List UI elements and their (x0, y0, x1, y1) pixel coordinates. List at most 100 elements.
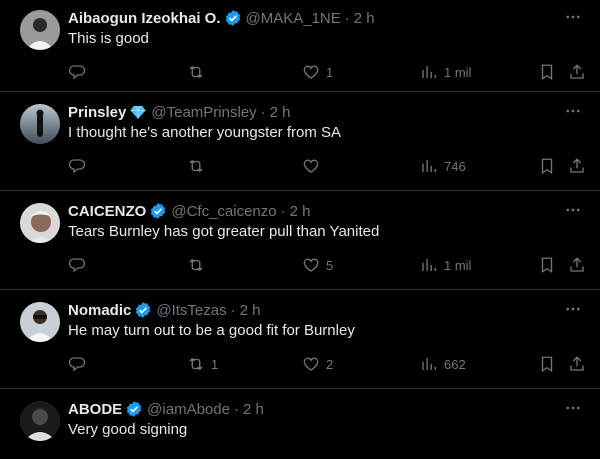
tweet-text: He may turn out to be a good fit for Bur… (68, 322, 355, 339)
tweet[interactable]: ABODE @iamAbode · 2 h Very good signing (0, 389, 600, 459)
separator: · (233, 400, 239, 418)
timestamp[interactable]: 2 h (240, 302, 261, 319)
more-options-icon[interactable] (564, 102, 582, 120)
display-name[interactable]: CAICENZO (68, 203, 146, 220)
retweet-button[interactable]: 1 (187, 354, 218, 374)
views-chart-icon (422, 358, 437, 370)
bookmark-button[interactable] (538, 255, 556, 275)
tweet[interactable]: CAICENZO @Cfc_caicenzo · 2 h Tears Burnl… (0, 191, 600, 290)
timestamp[interactable]: 2 h (243, 401, 264, 418)
avatar[interactable] (20, 10, 60, 50)
views-chart-icon (422, 259, 437, 271)
tweet-text: This is good (68, 30, 149, 47)
view-count: 746 (444, 158, 466, 174)
tweet-text: Tears Burnley has got greater pull than … (68, 223, 380, 240)
user-handle[interactable]: @ItsTezas (156, 302, 226, 319)
tweet-header: ABODE @iamAbode · 2 h (68, 399, 538, 419)
display-name[interactable]: ABODE (68, 401, 122, 418)
views-button[interactable]: 1 mil (420, 255, 471, 275)
verified-badge-icon[interactable] (125, 400, 143, 418)
reply-button[interactable] (68, 354, 92, 374)
tweet-actions: 5 1 mil (68, 255, 588, 279)
diamond-badge-icon[interactable] (129, 103, 147, 121)
timestamp[interactable]: 2 h (270, 104, 291, 121)
user-handle[interactable]: @Cfc_caicenzo (171, 203, 276, 220)
user-handle[interactable]: @MAKA_1NE (246, 10, 341, 27)
like-button[interactable]: 2 (302, 354, 333, 374)
reply-icon (68, 159, 86, 174)
bookmark-button[interactable] (538, 62, 556, 82)
retweet-icon (189, 357, 203, 371)
reply-button[interactable] (68, 156, 92, 176)
tweet[interactable]: Aibaogun Izeokhai O. @MAKA_1NE · 2 h Thi… (0, 0, 600, 92)
like-button[interactable]: 5 (302, 255, 333, 275)
heart-icon (303, 357, 319, 371)
reply-icon (68, 65, 86, 80)
tweet-header: Aibaogun Izeokhai O. @MAKA_1NE · 2 h (68, 8, 538, 28)
view-count: 1 mil (444, 64, 472, 80)
retweet-icon (189, 65, 203, 79)
bookmark-button[interactable] (538, 156, 556, 176)
verified-badge-icon[interactable] (224, 9, 242, 27)
user-handle[interactable]: @TeamPrinsley (151, 104, 256, 121)
avatar[interactable] (20, 104, 60, 144)
tweet[interactable]: Nomadic @ItsTezas · 2 h He may turn out … (0, 290, 600, 389)
retweet-icon (189, 258, 203, 272)
views-button[interactable]: 662 (420, 354, 466, 374)
tweet-actions: 746 (68, 156, 588, 180)
avatar[interactable] (20, 401, 60, 441)
tweet-actions: 1 1 mil (68, 62, 588, 86)
share-button[interactable] (568, 255, 586, 275)
share-button[interactable] (568, 62, 586, 82)
display-name[interactable]: Prinsley (68, 104, 126, 121)
reply-feed: Aibaogun Izeokhai O. @MAKA_1NE · 2 h Thi… (0, 0, 600, 450)
retweet-button[interactable] (187, 62, 211, 82)
timestamp[interactable]: 2 h (290, 203, 311, 220)
heart-icon (303, 258, 319, 272)
retweet-button[interactable] (187, 156, 211, 176)
heart-icon (303, 65, 319, 79)
share-icon (570, 356, 584, 371)
reply-icon (68, 357, 86, 372)
bookmark-button[interactable] (538, 354, 556, 374)
share-button[interactable] (568, 354, 586, 374)
bookmark-icon (541, 356, 553, 373)
timestamp[interactable]: 2 h (354, 10, 375, 27)
user-handle[interactable]: @iamAbode (147, 401, 230, 418)
retweet-button[interactable] (187, 255, 211, 275)
display-name[interactable]: Aibaogun Izeokhai O. (68, 10, 221, 27)
tweet[interactable]: Prinsley @TeamPrinsley · 2 h I thought h… (0, 92, 600, 191)
views-button[interactable]: 746 (420, 156, 466, 176)
retweet-icon (189, 159, 203, 173)
view-count: 1 mil (444, 257, 472, 273)
verified-badge-icon[interactable] (134, 301, 152, 319)
share-icon (570, 158, 584, 173)
tweet-header: Prinsley @TeamPrinsley · 2 h (68, 102, 538, 122)
verified-badge-icon[interactable] (149, 202, 167, 220)
more-options-icon[interactable] (564, 300, 582, 318)
views-chart-icon (422, 160, 437, 172)
share-icon (570, 257, 584, 272)
share-icon (570, 64, 584, 79)
more-options-icon[interactable] (564, 8, 582, 26)
tweet-header: Nomadic @ItsTezas · 2 h (68, 300, 538, 320)
tweet-text: Very good signing (68, 421, 188, 438)
bookmark-icon (541, 158, 553, 175)
like-button[interactable]: 1 (302, 62, 333, 82)
separator: · (260, 103, 266, 121)
tweet-text: I thought he's another youngster from SA (68, 124, 342, 141)
display-name[interactable]: Nomadic (68, 302, 131, 319)
more-options-icon[interactable] (564, 399, 582, 417)
avatar[interactable] (20, 203, 60, 243)
more-options-icon[interactable] (564, 201, 582, 219)
reply-button[interactable] (68, 255, 92, 275)
view-count: 662 (444, 356, 466, 372)
like-button[interactable] (302, 156, 326, 176)
share-button[interactable] (568, 156, 586, 176)
views-button[interactable]: 1 mil (420, 62, 471, 82)
views-chart-icon (422, 66, 437, 78)
avatar[interactable] (20, 302, 60, 342)
reply-button[interactable] (68, 62, 92, 82)
separator: · (280, 202, 286, 220)
tweet-actions: 1 2 662 (68, 354, 588, 378)
